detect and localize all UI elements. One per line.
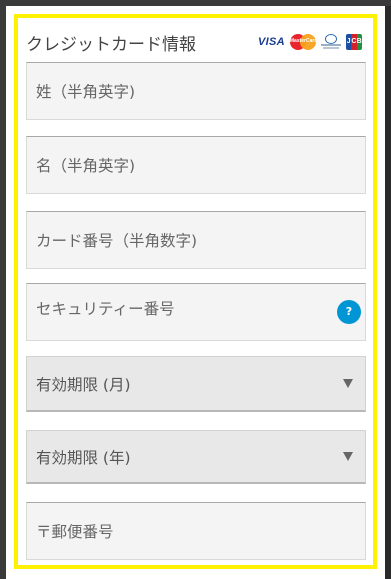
last-name-placeholder: 姓（半角英字) xyxy=(36,83,136,101)
security-code-input[interactable]: セキュリティー番号 xyxy=(26,283,366,341)
expiry-month-value: 有効期限 (月) xyxy=(36,375,131,394)
mastercard-logo-icon: MasterCard xyxy=(289,34,317,50)
card-brand-logos: VISA MasterCard JCB xyxy=(258,34,362,50)
postal-code-input[interactable]: 〒郵便番号 xyxy=(26,502,366,560)
last-name-input[interactable]: 姓（半角英字) xyxy=(26,62,366,120)
expiry-year-select[interactable]: 有効期限 (年) xyxy=(26,430,366,484)
postal-code-placeholder: 〒郵便番号 xyxy=(36,523,114,541)
first-name-input[interactable]: 名（半角英字) xyxy=(26,136,366,194)
expiry-month-select[interactable]: 有効期限 (月) xyxy=(26,356,366,412)
card-number-input[interactable]: カード番号（半角数字) xyxy=(26,211,366,269)
diners-club-logo-icon xyxy=(320,34,341,50)
page-scrollbar[interactable] xyxy=(385,6,391,579)
security-code-help-icon[interactable]: ? xyxy=(337,300,361,324)
security-code-placeholder: セキュリティー番号 xyxy=(36,300,175,318)
form-title: クレジットカード情報 xyxy=(26,35,196,55)
first-name-placeholder: 名（半角英字) xyxy=(36,157,136,175)
card-number-placeholder: カード番号（半角数字) xyxy=(36,232,198,250)
chevron-down-icon xyxy=(343,451,353,461)
chevron-down-icon xyxy=(343,378,353,388)
jcb-logo-icon: JCB xyxy=(345,34,362,50)
visa-logo-icon: VISA xyxy=(258,36,285,48)
expiry-year-value: 有効期限 (年) xyxy=(36,448,131,467)
